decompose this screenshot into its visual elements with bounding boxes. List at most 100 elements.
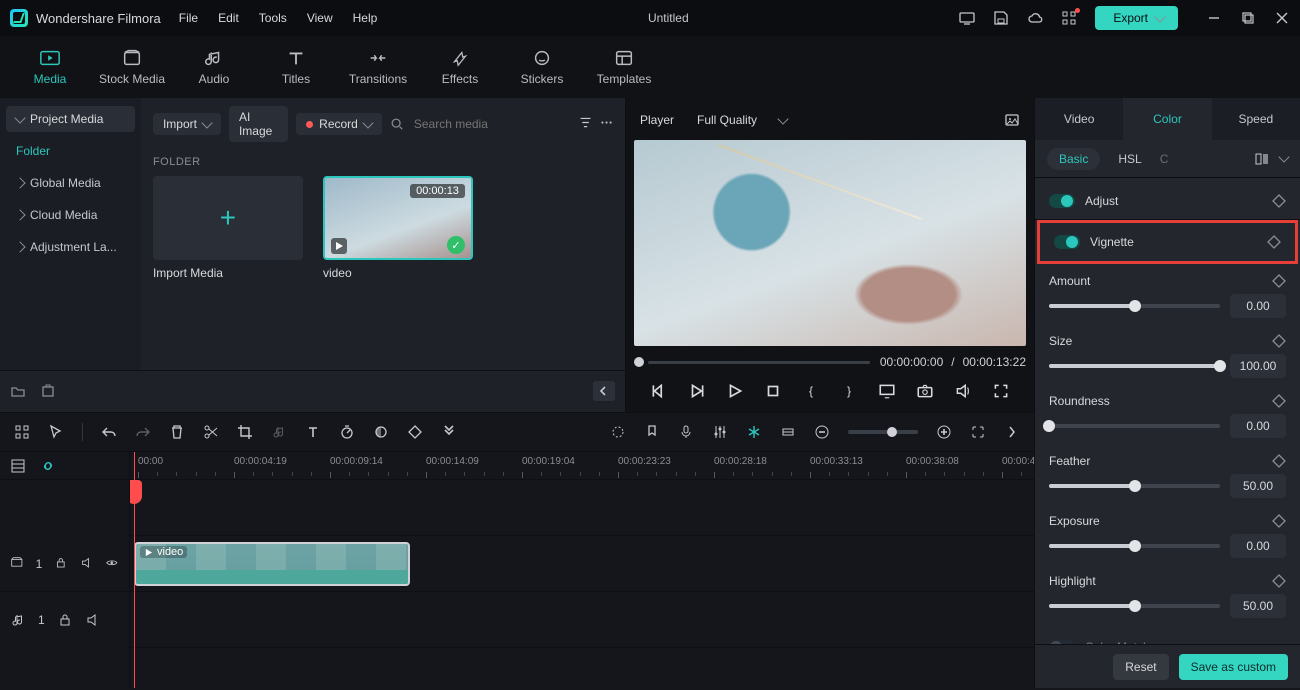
color-icon[interactable] [373, 424, 389, 440]
zoom-slider[interactable] [848, 430, 918, 434]
fullscreen-icon[interactable] [992, 382, 1010, 400]
text-icon[interactable] [305, 424, 321, 440]
export-button[interactable]: Export [1095, 6, 1178, 30]
tab-audio[interactable]: Audio [178, 48, 250, 86]
sidebar-item-cloud[interactable]: Cloud Media [6, 202, 135, 228]
video-track[interactable]: video [130, 536, 1034, 592]
apps-icon[interactable] [1061, 10, 1077, 26]
slider-value[interactable]: 100.00 [1230, 354, 1286, 378]
snapshot-icon[interactable] [916, 382, 934, 400]
save-custom-button[interactable]: Save as custom [1179, 654, 1288, 680]
tab-transitions[interactable]: Transitions [342, 48, 414, 86]
save-icon[interactable] [993, 10, 1009, 26]
overflow-icon[interactable] [441, 424, 457, 440]
minimize-icon[interactable] [1206, 10, 1222, 26]
slider-value[interactable]: 0.00 [1230, 534, 1286, 558]
play-icon[interactable] [726, 382, 744, 400]
crop-icon[interactable] [237, 424, 253, 440]
slider-track[interactable] [1049, 604, 1220, 608]
snapshot-settings-icon[interactable] [1004, 112, 1020, 128]
quality-select[interactable]: Full Quality [688, 109, 796, 131]
tab-effects[interactable]: Effects [424, 48, 496, 86]
search-input[interactable] [412, 116, 571, 132]
sub-tab-basic[interactable]: Basic [1047, 148, 1100, 170]
slider-track[interactable] [1049, 424, 1220, 428]
slider-track[interactable] [1049, 484, 1220, 488]
slider-track[interactable] [1049, 304, 1220, 308]
volume-icon[interactable] [954, 382, 972, 400]
tab-titles[interactable]: Titles [260, 48, 332, 86]
tl-apps-icon[interactable] [14, 424, 30, 440]
close-icon[interactable] [1274, 10, 1290, 26]
speed-icon[interactable] [339, 424, 355, 440]
keyframe-tool-icon[interactable] [407, 424, 423, 440]
play-back-icon[interactable] [688, 382, 706, 400]
ai-image-button[interactable]: AI Image [229, 106, 288, 142]
tab-stock-media[interactable]: Stock Media [96, 48, 168, 86]
vignette-toggle[interactable] [1054, 235, 1080, 249]
delete-icon[interactable] [169, 424, 185, 440]
player-tab[interactable]: Player [640, 113, 674, 127]
prop-tab-speed[interactable]: Speed [1212, 98, 1300, 140]
new-bin-icon[interactable] [40, 383, 56, 399]
selection-tool-icon[interactable] [48, 424, 64, 440]
track-manager-icon[interactable] [10, 458, 26, 474]
slider-track[interactable] [1049, 544, 1220, 548]
tab-stickers[interactable]: Stickers [506, 48, 578, 86]
link-icon[interactable] [40, 458, 56, 474]
tab-media[interactable]: Media [14, 48, 86, 86]
preview-video[interactable] [634, 140, 1026, 346]
sidebar-item-global[interactable]: Global Media [6, 170, 135, 196]
menu-file[interactable]: File [179, 11, 198, 25]
cloud-icon[interactable] [1027, 10, 1043, 26]
prev-frame-icon[interactable] [650, 382, 668, 400]
mute-icon[interactable] [85, 612, 101, 628]
compare-icon[interactable] [1254, 151, 1270, 167]
preview-seekbar[interactable]: 00:00:00:00 / 00:00:13:22 [634, 352, 1026, 372]
keyframe-icon[interactable] [1272, 454, 1286, 468]
stop-icon[interactable] [764, 382, 782, 400]
sub-tab-curves[interactable]: C [1160, 152, 1169, 166]
maximize-icon[interactable] [1240, 10, 1256, 26]
zoom-in-icon[interactable] [936, 424, 952, 440]
color-match-row[interactable]: Color Match [1035, 628, 1300, 644]
auto-ripple-icon[interactable] [746, 424, 762, 440]
new-folder-icon[interactable] [10, 383, 26, 399]
snap-icon[interactable] [780, 424, 796, 440]
marker-icon[interactable] [644, 424, 660, 440]
menu-tools[interactable]: Tools [259, 11, 287, 25]
chevron-down-icon[interactable] [1278, 151, 1289, 162]
render-icon[interactable] [610, 424, 626, 440]
timeline-clip[interactable]: video [134, 542, 410, 586]
timeline-menu-icon[interactable] [1004, 424, 1020, 440]
mute-icon[interactable] [80, 556, 94, 572]
lock-icon[interactable] [54, 556, 68, 572]
import-tile[interactable]: + Import Media [153, 176, 303, 280]
slider-value[interactable]: 50.00 [1230, 594, 1286, 618]
slider-track[interactable] [1049, 364, 1220, 368]
playhead[interactable] [134, 452, 135, 688]
keyframe-icon[interactable] [1272, 194, 1286, 208]
keyframe-icon[interactable] [1272, 574, 1286, 588]
color-match-toggle[interactable] [1049, 640, 1075, 644]
folder-label[interactable]: Folder [6, 138, 135, 164]
zoom-out-icon[interactable] [814, 424, 830, 440]
display-icon[interactable] [878, 382, 896, 400]
audio-track[interactable] [130, 592, 1034, 648]
video-track-header[interactable]: 1 [0, 536, 129, 592]
lock-icon[interactable] [57, 612, 73, 628]
slider-value[interactable]: 50.00 [1230, 474, 1286, 498]
keyframe-icon[interactable] [1272, 394, 1286, 408]
sidebar-item-adjustment[interactable]: Adjustment La... [6, 234, 135, 260]
timeline-tracks[interactable]: 00:0000:00:04:1900:00:09:1400:00:14:0900… [130, 452, 1034, 688]
vignette-row[interactable]: Vignette [1040, 223, 1295, 261]
keyframe-icon[interactable] [1272, 334, 1286, 348]
mixer-icon[interactable] [712, 424, 728, 440]
slider-value[interactable]: 0.00 [1230, 414, 1286, 438]
sub-tab-hsl[interactable]: HSL [1118, 152, 1141, 166]
audio-detach-icon[interactable] [271, 424, 287, 440]
split-icon[interactable] [203, 424, 219, 440]
seek-thumb[interactable] [634, 357, 644, 367]
collapse-sidebar-icon[interactable] [593, 381, 615, 401]
audio-track-header[interactable]: 1 [0, 592, 129, 648]
